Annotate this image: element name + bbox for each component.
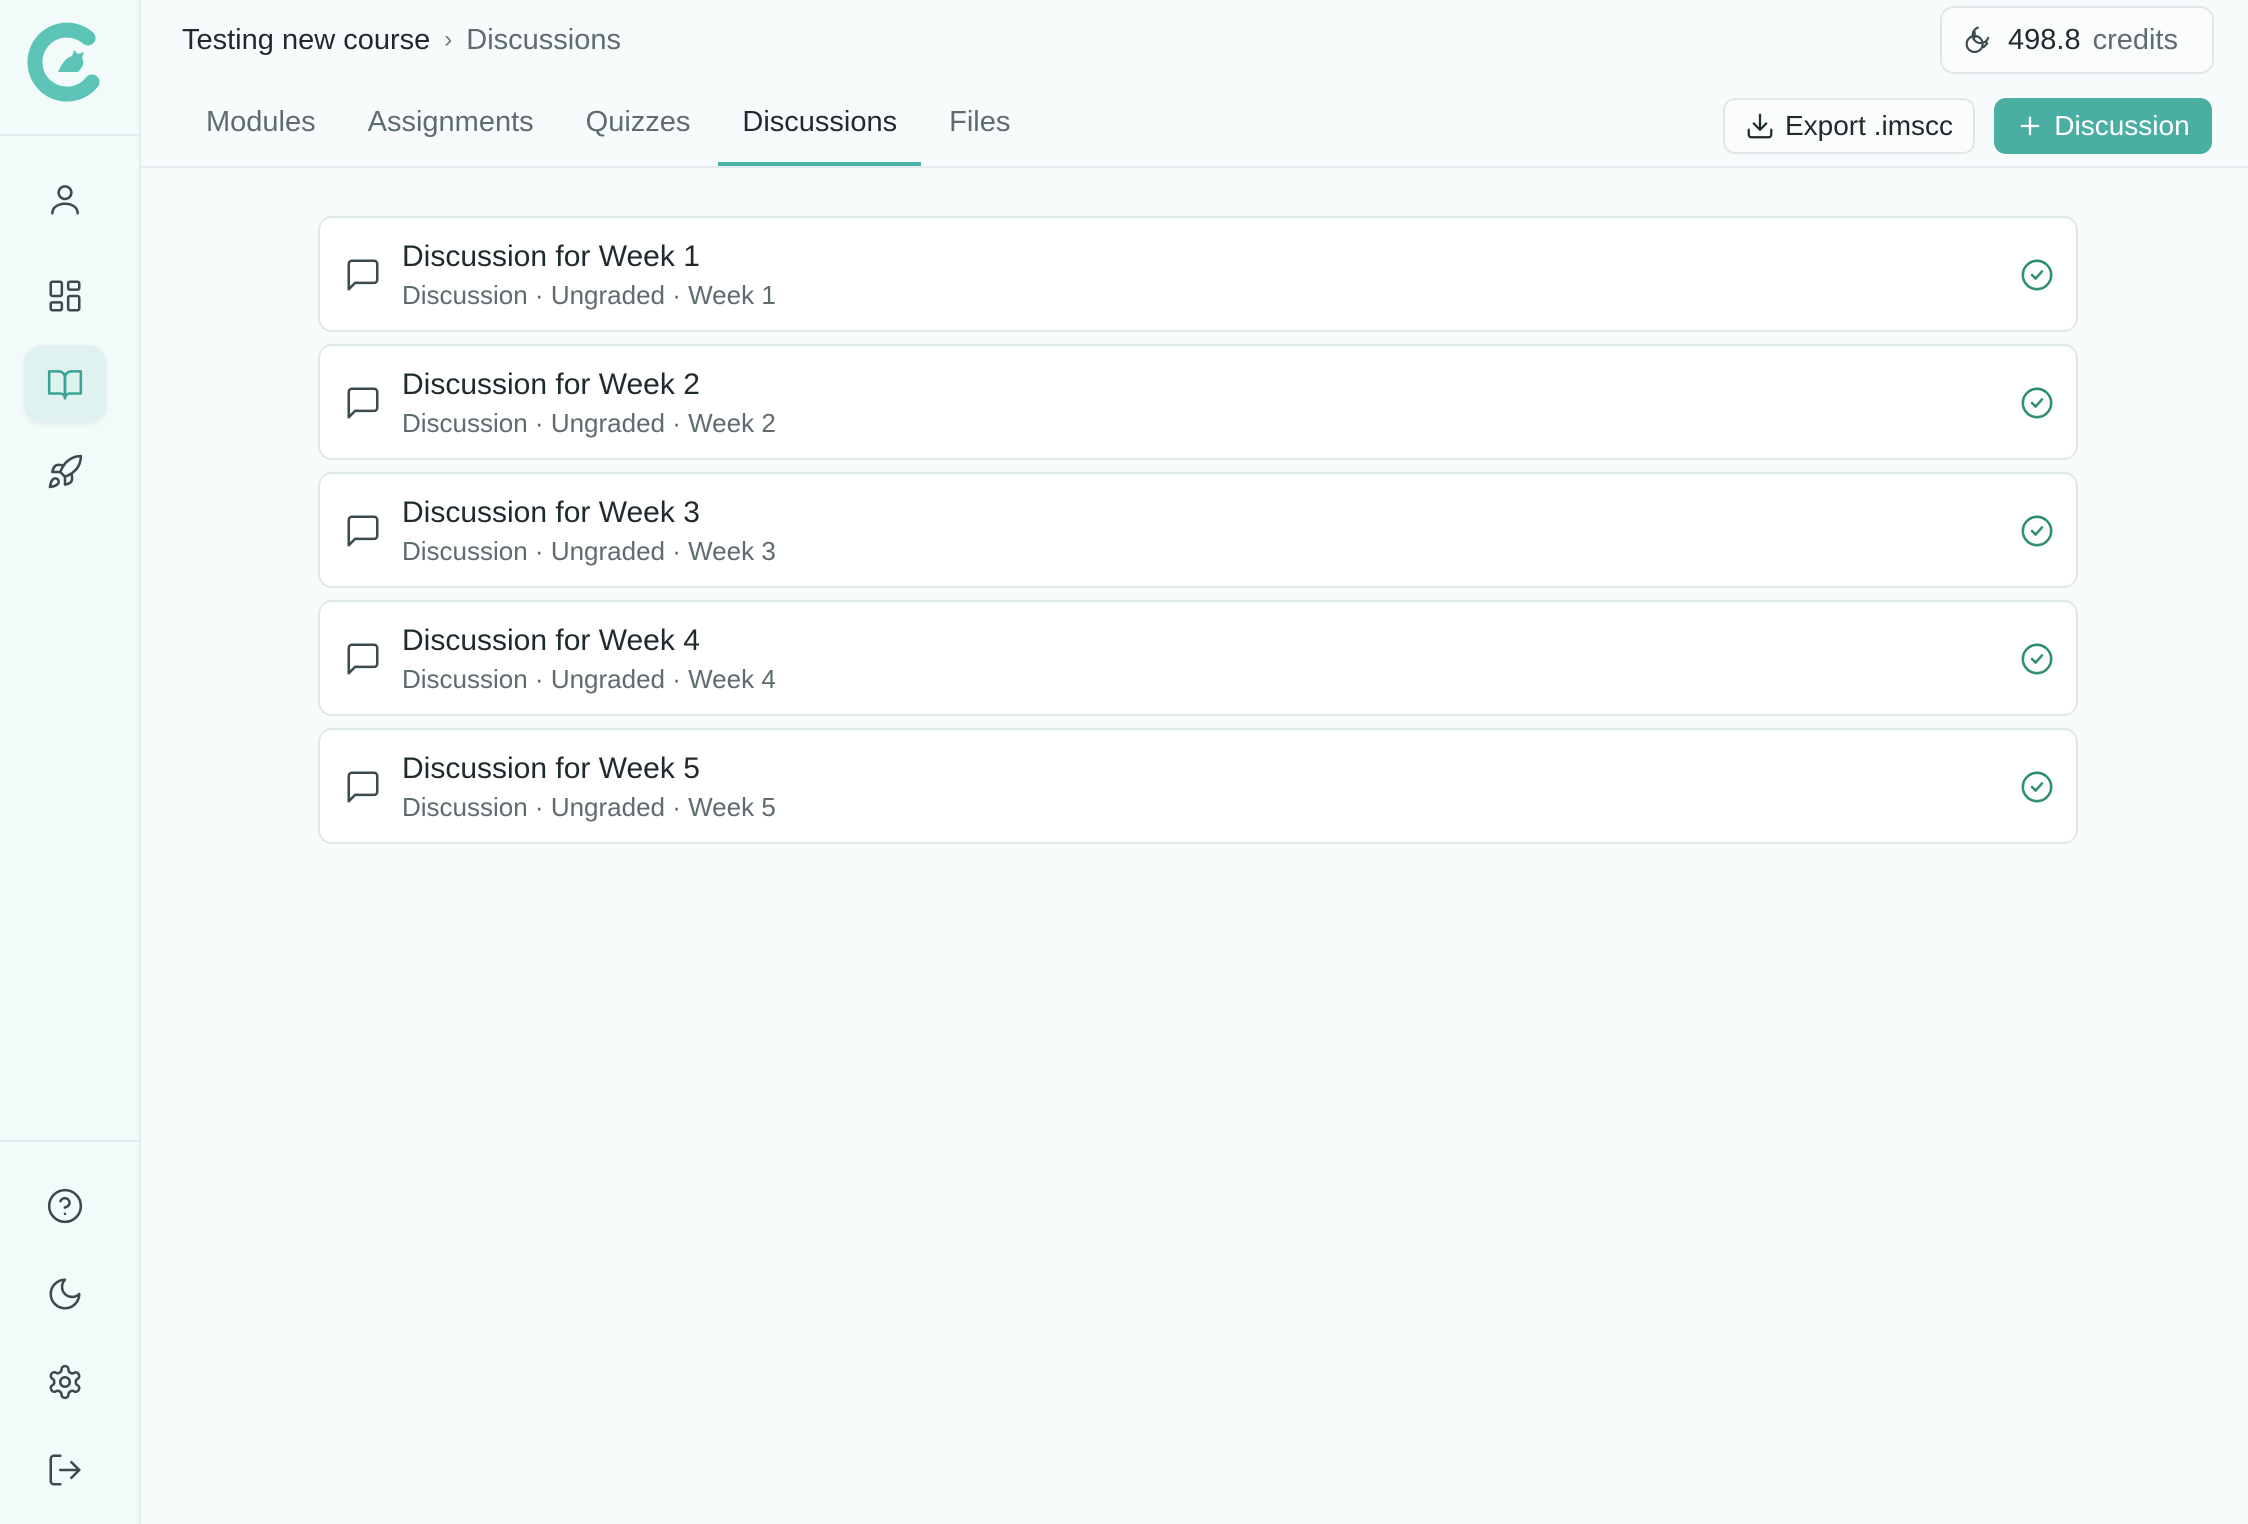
breadcrumb-separator: › (444, 26, 453, 53)
download-icon (1747, 113, 1773, 139)
plus-icon (2020, 116, 2040, 136)
header-divider (141, 166, 2248, 168)
logo-icon (27, 22, 100, 102)
add-discussion-label: Discussion (2054, 110, 2190, 141)
sidebar-item-theme[interactable] (24, 1255, 106, 1333)
course-tabs: Modules Assignments Quizzes Discussions … (182, 90, 1038, 166)
tab-files[interactable]: Files (925, 90, 1034, 166)
app-root: Testing new course › Discussions 498.8 c… (0, 0, 2248, 1524)
discussion-item[interactable]: Discussion for Week 5 Discussion · Ungra… (318, 728, 2078, 844)
credits-badge[interactable]: 498.8 credits (1940, 6, 2214, 74)
sidebar-divider (0, 134, 139, 136)
check-circle-icon (2021, 643, 2053, 675)
rocket-icon (48, 454, 83, 489)
check-circle-icon (2021, 259, 2053, 291)
book-open-icon (47, 370, 83, 400)
check-circle-icon (2021, 515, 2053, 547)
tab-discussions[interactable]: Discussions (718, 90, 922, 166)
discussion-item[interactable]: Discussion for Week 1 Discussion · Ungra… (318, 216, 2078, 332)
discussion-title: Discussion for Week 1 (402, 240, 700, 273)
export-button[interactable]: Export .imscc (1723, 98, 1975, 154)
gear-icon (49, 1364, 81, 1400)
tab-assignments[interactable]: Assignments (344, 90, 558, 166)
discussion-title: Discussion for Week 3 (402, 496, 700, 529)
message-square-icon (347, 387, 379, 419)
breadcrumb-course[interactable]: Testing new course (182, 24, 430, 57)
sidebar-item-logout[interactable] (24, 1431, 106, 1509)
user-icon (51, 185, 79, 215)
discussion-title: Discussion for Week 2 (402, 368, 700, 401)
credits-amount: 498.8 (2008, 23, 2081, 56)
sidebar-item-launch[interactable] (24, 433, 106, 511)
discussion-item[interactable]: Discussion for Week 4 Discussion · Ungra… (318, 600, 2078, 716)
check-circle-icon (2021, 771, 2053, 803)
sidebar-item-courses[interactable] (24, 345, 106, 423)
discussion-title: Discussion for Week 5 (402, 752, 700, 785)
credits-unit: credits (2092, 23, 2178, 56)
sidebar-item-help[interactable] (24, 1167, 106, 1245)
discussion-meta: Discussion · Ungraded · Week 2 (402, 408, 776, 438)
dashboard-icon (49, 280, 81, 312)
discussion-item[interactable]: Discussion for Week 2 Discussion · Ungra… (318, 344, 2078, 460)
add-discussion-button[interactable]: Discussion (1994, 98, 2212, 154)
check-circle-icon (2021, 387, 2053, 419)
sidebar-divider (0, 1140, 139, 1142)
message-square-icon (347, 643, 379, 675)
discussion-meta: Discussion · Ungraded · Week 1 (402, 280, 776, 310)
discussion-list: Discussion for Week 1 Discussion · Ungra… (318, 216, 2078, 856)
export-button-label: Export .imscc (1784, 110, 1954, 141)
logout-icon (49, 1454, 81, 1486)
sidebar-item-profile[interactable] (24, 160, 106, 238)
message-square-icon (347, 771, 379, 803)
discussion-meta: Discussion · Ungraded · Week 5 (402, 792, 776, 822)
discussion-item[interactable]: Discussion for Week 3 Discussion · Ungra… (318, 472, 2078, 588)
message-square-icon (347, 259, 379, 291)
app-logo[interactable] (26, 16, 106, 108)
moon-icon (49, 1278, 81, 1310)
sidebar (0, 0, 141, 1524)
sidebar-item-dashboard[interactable] (24, 257, 106, 335)
coins-icon (1965, 26, 1990, 54)
discussion-title: Discussion for Week 4 (402, 624, 700, 657)
tab-quizzes[interactable]: Quizzes (562, 90, 715, 166)
breadcrumb: Testing new course › Discussions (182, 20, 621, 60)
help-icon (47, 1188, 83, 1224)
tab-modules[interactable]: Modules (182, 90, 340, 166)
discussion-meta: Discussion · Ungraded · Week 3 (402, 536, 776, 566)
message-square-icon (347, 515, 379, 547)
discussion-meta: Discussion · Ungraded · Week 4 (402, 664, 776, 694)
sidebar-item-settings[interactable] (24, 1343, 106, 1421)
breadcrumb-current: Discussions (466, 23, 621, 56)
